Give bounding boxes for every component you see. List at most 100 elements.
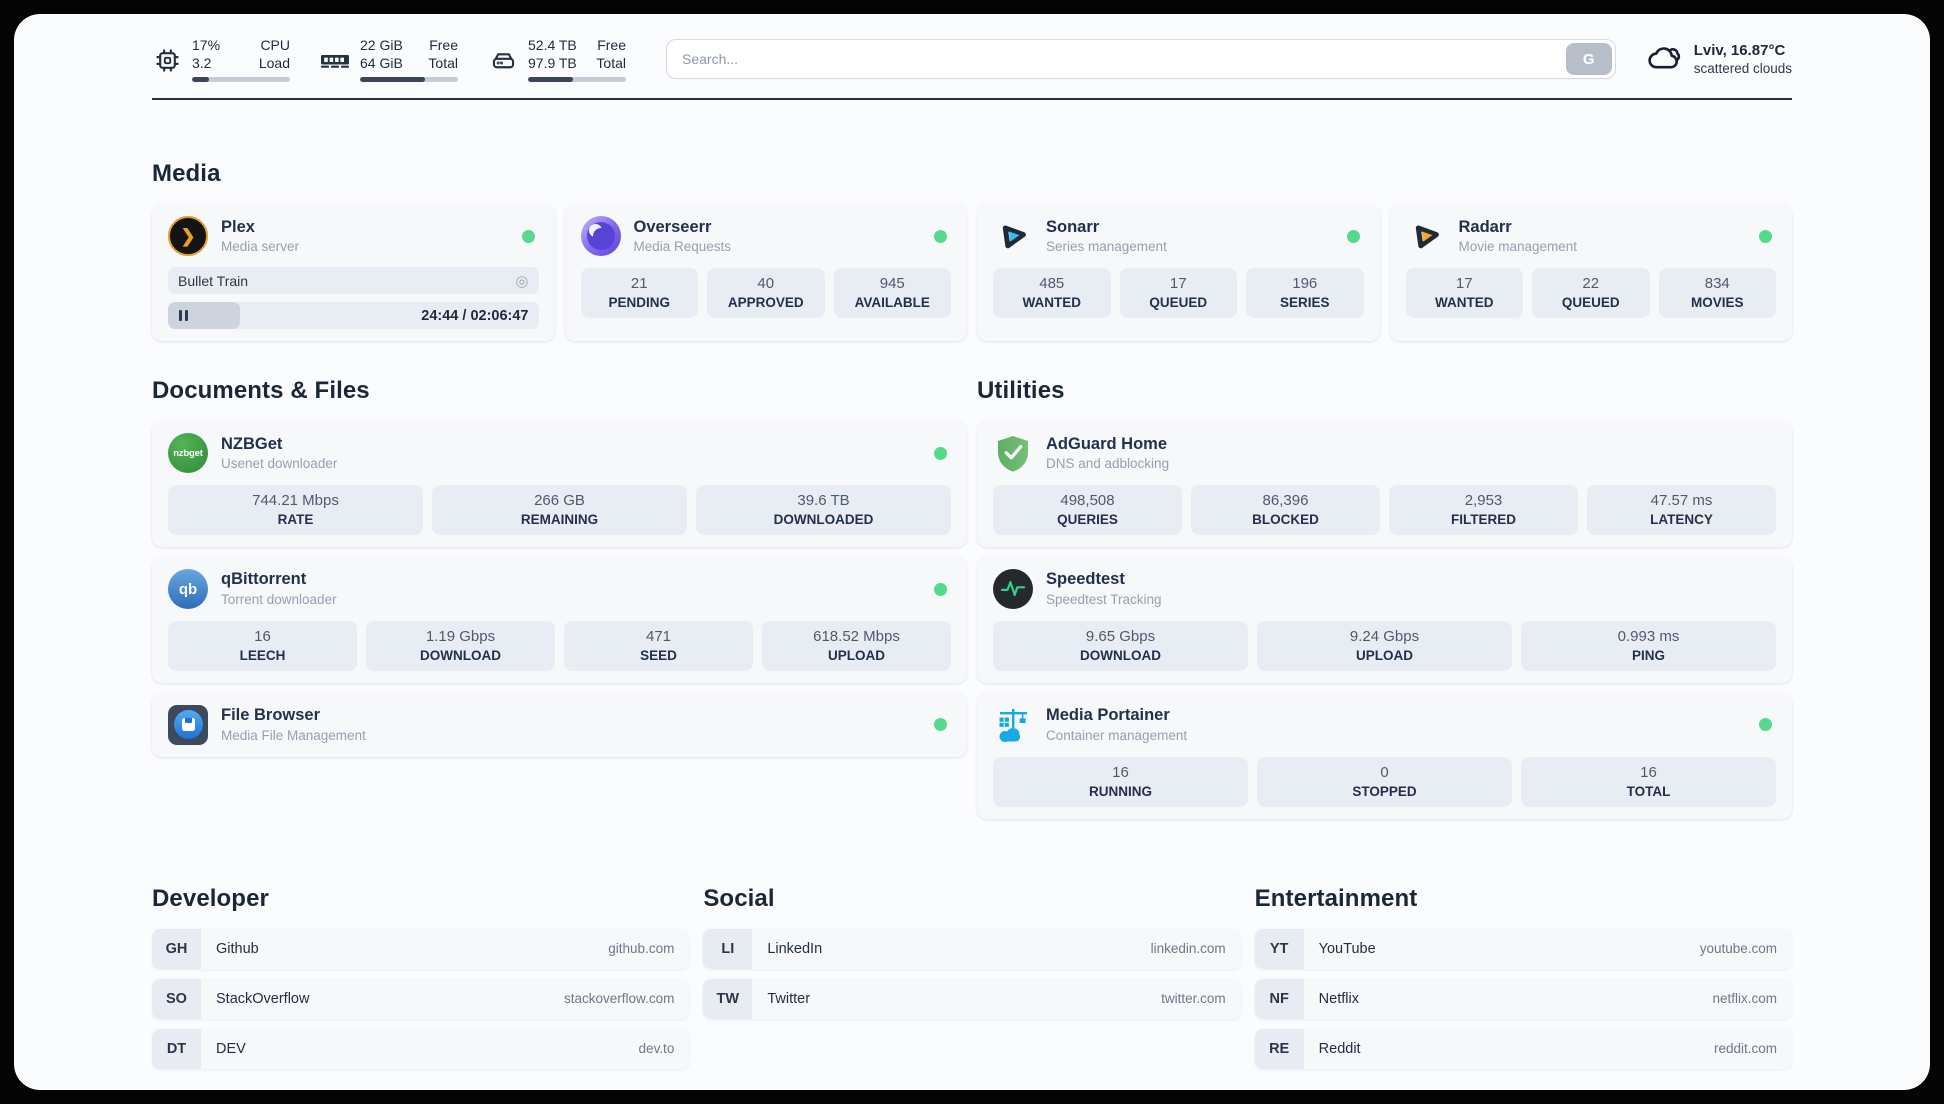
disk-free-value: 52.4 TB [528, 37, 577, 53]
stat-label: DOWNLOADED [773, 512, 874, 528]
speedtest-card[interactable]: Speedtest Speedtest Tracking 9.65 Gbps D… [977, 557, 1792, 683]
stat-pill: 16 LEECH [168, 621, 357, 671]
portainer-icon [993, 705, 1033, 745]
nzbget-card[interactable]: nzbget NZBGet Usenet downloader 744.21 M… [152, 421, 967, 548]
sonarr-card[interactable]: Sonarr Series management 485 WANTED 17 Q… [977, 204, 1380, 342]
nzbget-icon: nzbget [168, 433, 208, 474]
stat-label: LATENCY [1650, 512, 1713, 528]
filebrowser-card[interactable]: File Browser Media File Management [152, 692, 967, 757]
link-row-stackoverflow[interactable]: SO StackOverflow stackoverflow.com [152, 978, 690, 1019]
app-description: Media Requests [633, 239, 732, 255]
stat-value: 17 [1455, 275, 1473, 293]
app-name: File Browser [221, 706, 321, 725]
section-title-developer: Developer [152, 884, 269, 912]
radarr-card[interactable]: Radarr Movie management 17 WANTED 22 QUE… [1389, 204, 1792, 342]
link-row-netflix[interactable]: NF Netflix netflix.com [1254, 978, 1792, 1019]
stat-pill: 266 GB REMAINING [432, 485, 687, 536]
now-playing-row: Bullet Train ◎ [168, 267, 539, 295]
stat-label: QUEUED [1149, 295, 1208, 311]
cpu-load-value: 3.2 [192, 55, 212, 72]
stat-value: 16 [254, 628, 271, 646]
stat-label: TOTAL [1626, 783, 1671, 799]
stat-label: WANTED [1435, 295, 1494, 311]
link-name: Github [216, 940, 259, 957]
stat-value: 16 [1640, 763, 1657, 781]
ram-free-label: Free [429, 37, 458, 53]
portainer-card[interactable]: Media Portainer Container management 16 … [977, 692, 1792, 819]
link-abbr-badge: RE [1254, 1028, 1304, 1069]
speedtest-icon [993, 569, 1033, 610]
stat-value: 618.52 Mbps [813, 628, 900, 646]
status-dot [1759, 229, 1772, 243]
link-url: dev.to [638, 1041, 675, 1057]
top-bar: 17% CPU 3.2 Load 22 GiB Free 64 GiB Tota… [152, 36, 1792, 83]
link-url: youtube.com [1699, 941, 1777, 957]
stat-pill: 618.52 Mbps UPLOAD [762, 621, 951, 671]
stat-value: 485 [1039, 275, 1065, 293]
stat-pill: 16 RUNNING [993, 756, 1248, 807]
stat-pill: 16 TOTAL [1521, 756, 1776, 807]
link-row-youtube[interactable]: YT YouTube youtube.com [1254, 928, 1792, 969]
search-engine-button[interactable]: G [1565, 43, 1612, 76]
disk-free-label: Free [597, 37, 626, 53]
section-title-entertainment: Entertainment [1254, 884, 1418, 912]
stat-pill: 21 PENDING [580, 268, 698, 319]
dashboard-root: 17% CPU 3.2 Load 22 GiB Free 64 GiB Tota… [14, 14, 1930, 1090]
link-row-linkedin[interactable]: LI LinkedIn linkedin.com [703, 928, 1241, 969]
stat-label: SERIES [1279, 295, 1330, 311]
section-title-documents: Documents & Files [152, 377, 370, 405]
ram-metric: 22 GiB Free 64 GiB Total [320, 36, 458, 83]
link-url: github.com [608, 941, 675, 957]
stat-value: 471 [645, 628, 672, 646]
app-name: Media Portainer [1046, 706, 1170, 725]
stat-value: 945 [879, 275, 905, 293]
cpu-progress-bar [192, 77, 290, 83]
stat-label: PENDING [608, 295, 670, 311]
stat-value: 9.65 Gbps [1085, 628, 1156, 646]
app-name: Radarr [1458, 217, 1512, 236]
adguard-card[interactable]: AdGuard Home DNS and adblocking 498,508 … [977, 421, 1792, 548]
status-dot [934, 718, 947, 732]
now-playing-title: Bullet Train [178, 272, 249, 289]
link-row-twitter[interactable]: TW Twitter twitter.com [703, 978, 1241, 1019]
app-name: Plex [221, 217, 255, 236]
app-name: Speedtest [1046, 570, 1125, 589]
qbittorrent-card[interactable]: qb qBittorrent Torrent downloader 16 LEE… [152, 557, 967, 683]
stat-pill: 17 WANTED [1405, 268, 1523, 319]
stat-label: PING [1631, 647, 1665, 663]
link-row-dev[interactable]: DT DEV dev.to [152, 1028, 690, 1069]
stat-value: 9.24 Gbps [1349, 628, 1420, 646]
disk-icon [488, 36, 518, 82]
stat-value: 2,953 [1464, 492, 1503, 510]
link-url: netflix.com [1712, 991, 1777, 1007]
stat-label: AVAILABLE [854, 295, 930, 311]
stat-label: UPLOAD [1356, 647, 1413, 663]
documents-column: Documents & Files nzbget NZBGet Usenet d… [152, 377, 967, 828]
filebrowser-icon [168, 704, 208, 745]
link-row-github[interactable]: GH Github github.com [152, 928, 690, 969]
adguard-icon [993, 433, 1033, 473]
cpu-metric: 17% CPU 3.2 Load [152, 36, 290, 83]
link-row-reddit[interactable]: RE Reddit reddit.com [1254, 1028, 1792, 1069]
plex-icon: ❯ [168, 216, 208, 257]
stat-pill: 22 QUEUED [1532, 268, 1650, 319]
disk-progress-bar [528, 77, 626, 83]
overseerr-card[interactable]: Overseerr Media Requests 21 PENDING 40 A… [564, 204, 967, 342]
stat-pill: 86,396 BLOCKED [1191, 485, 1380, 536]
app-description: Series management [1046, 239, 1167, 255]
plex-card[interactable]: ❯ Plex Media server Bullet Train ◎ 24:44… [152, 204, 555, 342]
stat-label: QUEUED [1561, 295, 1620, 311]
search-input[interactable] [666, 39, 1616, 80]
cpu-label: CPU [260, 37, 290, 53]
link-abbr-badge: LI [703, 928, 753, 969]
stat-pill: 0.993 ms PING [1521, 621, 1776, 671]
playback-time: 24:44 / 02:06:47 [421, 307, 529, 324]
status-dot [934, 229, 947, 243]
playback-progress-bar[interactable]: 24:44 / 02:06:47 [168, 302, 539, 330]
app-name: qBittorrent [221, 570, 307, 589]
stat-value: 40 [757, 275, 775, 293]
weather-condition: scattered clouds [1693, 61, 1792, 77]
session-icon[interactable]: ◎ [515, 272, 528, 290]
stat-value: 266 GB [534, 492, 585, 510]
pause-icon[interactable] [179, 302, 188, 329]
